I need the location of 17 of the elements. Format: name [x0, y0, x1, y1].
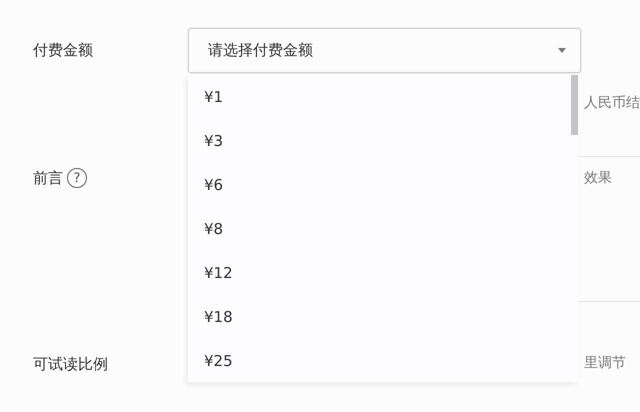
dropdown-option[interactable]: ¥8 — [188, 207, 571, 251]
dropdown-option[interactable]: ¥18 — [188, 295, 571, 339]
description-text: 人民币结 — [584, 94, 640, 112]
dropdown-option[interactable]: ¥25 — [188, 339, 571, 383]
dropdown-option[interactable]: ¥3 — [188, 119, 571, 163]
dropdown-option[interactable]: ¥1 — [188, 75, 571, 119]
field-label: 可试读比例 — [33, 354, 108, 374]
amount-select[interactable]: 请选择付费金额 — [188, 28, 581, 73]
scrollbar-thumb[interactable] — [571, 75, 578, 135]
caret-icon — [558, 48, 566, 53]
description-text: 里调节 — [584, 354, 626, 372]
description-text: 效果 — [584, 169, 612, 187]
dropdown-option[interactable]: ¥12 — [188, 251, 571, 295]
field-label: 前言 — [33, 168, 63, 188]
help-icon[interactable]: ? — [67, 168, 87, 188]
field-label: 付费金额 — [33, 40, 93, 60]
dropdown-option[interactable]: ¥6 — [188, 163, 571, 207]
